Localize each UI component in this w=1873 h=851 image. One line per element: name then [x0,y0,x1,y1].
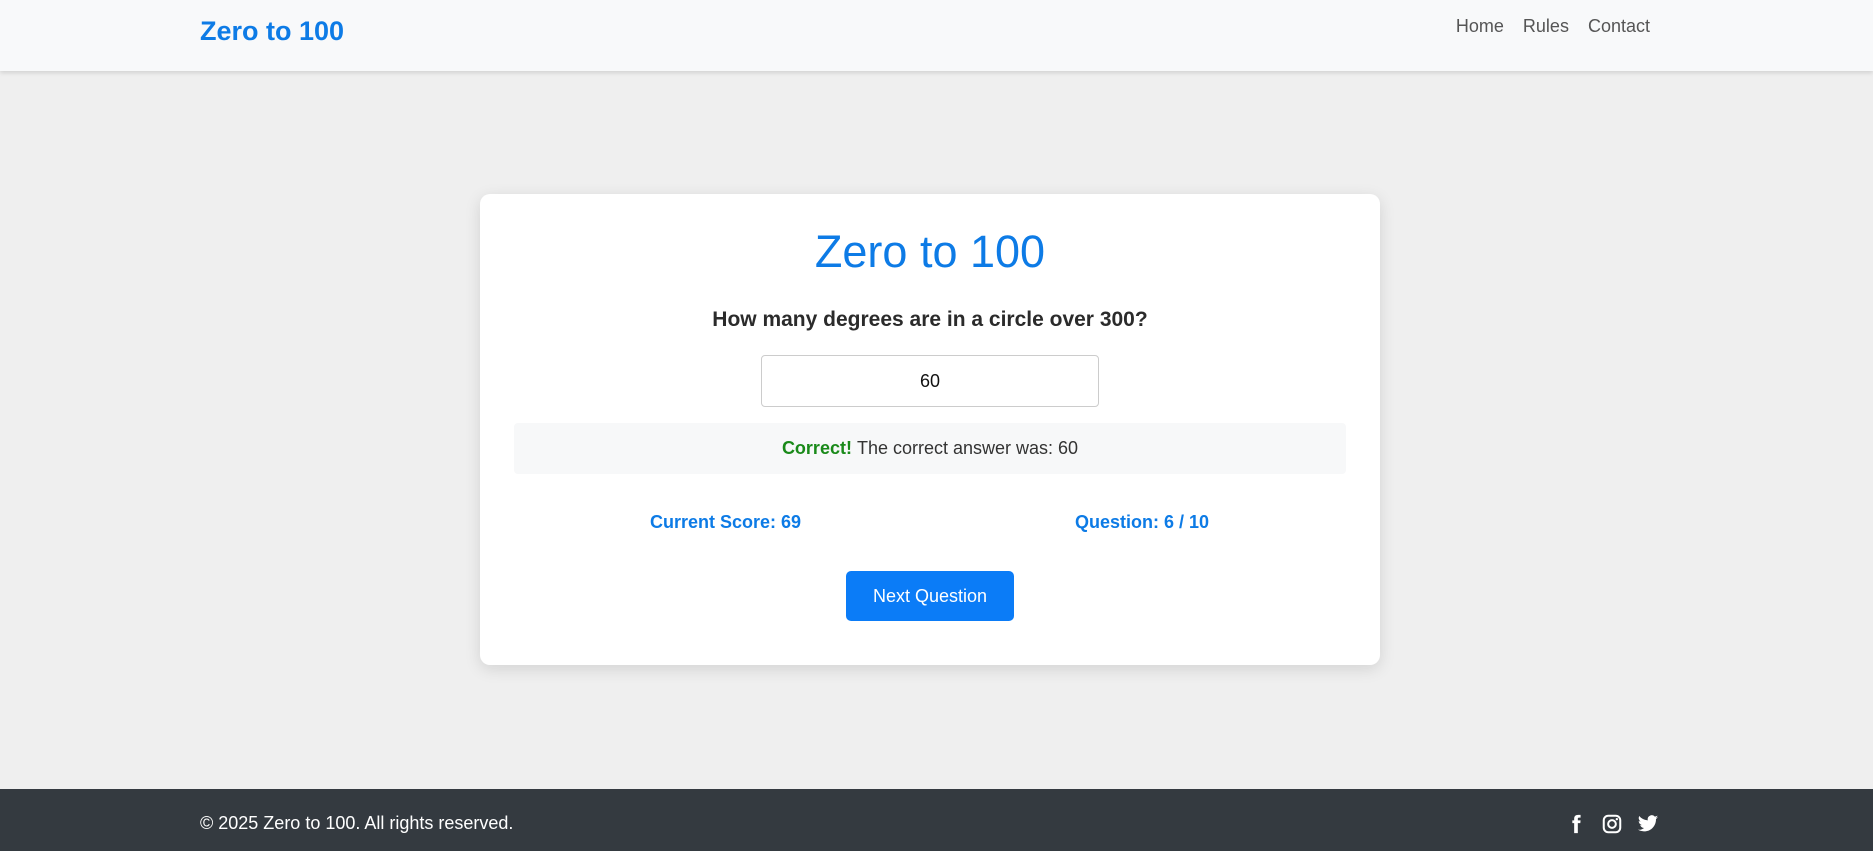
nav-links: Home Rules Contact [1456,16,1650,37]
twitter-icon[interactable] [1637,813,1659,835]
brand-logo-link[interactable]: Zero to 100 [200,16,344,47]
quiz-title: Zero to 100 [814,226,1046,277]
navbar: Zero to 100 Home Rules Contact [0,0,1873,71]
feedback-box: Correct! The correct answer was: 60 [514,423,1346,474]
quiz-card: Zero to 100 How many degrees are in a ci… [480,194,1380,665]
current-score: Current Score: 69 [650,512,802,532]
nav-link-home[interactable]: Home [1456,16,1504,37]
nav-link-contact[interactable]: Contact [1588,16,1650,37]
feedback-status: Correct! [781,438,852,458]
question-text: How many degrees are in a circle over 30… [712,308,1148,331]
social-links [1565,813,1659,835]
footer: © 2025 Zero to 100. All rights reserved. [0,789,1873,851]
answer-input[interactable] [761,355,1099,407]
question-counter: Question: 6 / 10 [1075,512,1210,532]
instagram-icon[interactable] [1601,813,1623,835]
next-question-button[interactable]: Next Question [846,571,1014,621]
feedback-message: The correct answer was: 60 [856,438,1079,458]
nav-link-rules[interactable]: Rules [1523,16,1569,37]
facebook-icon[interactable] [1565,813,1587,835]
copyright-text: © 2025 Zero to 100. All rights reserved. [200,813,514,833]
